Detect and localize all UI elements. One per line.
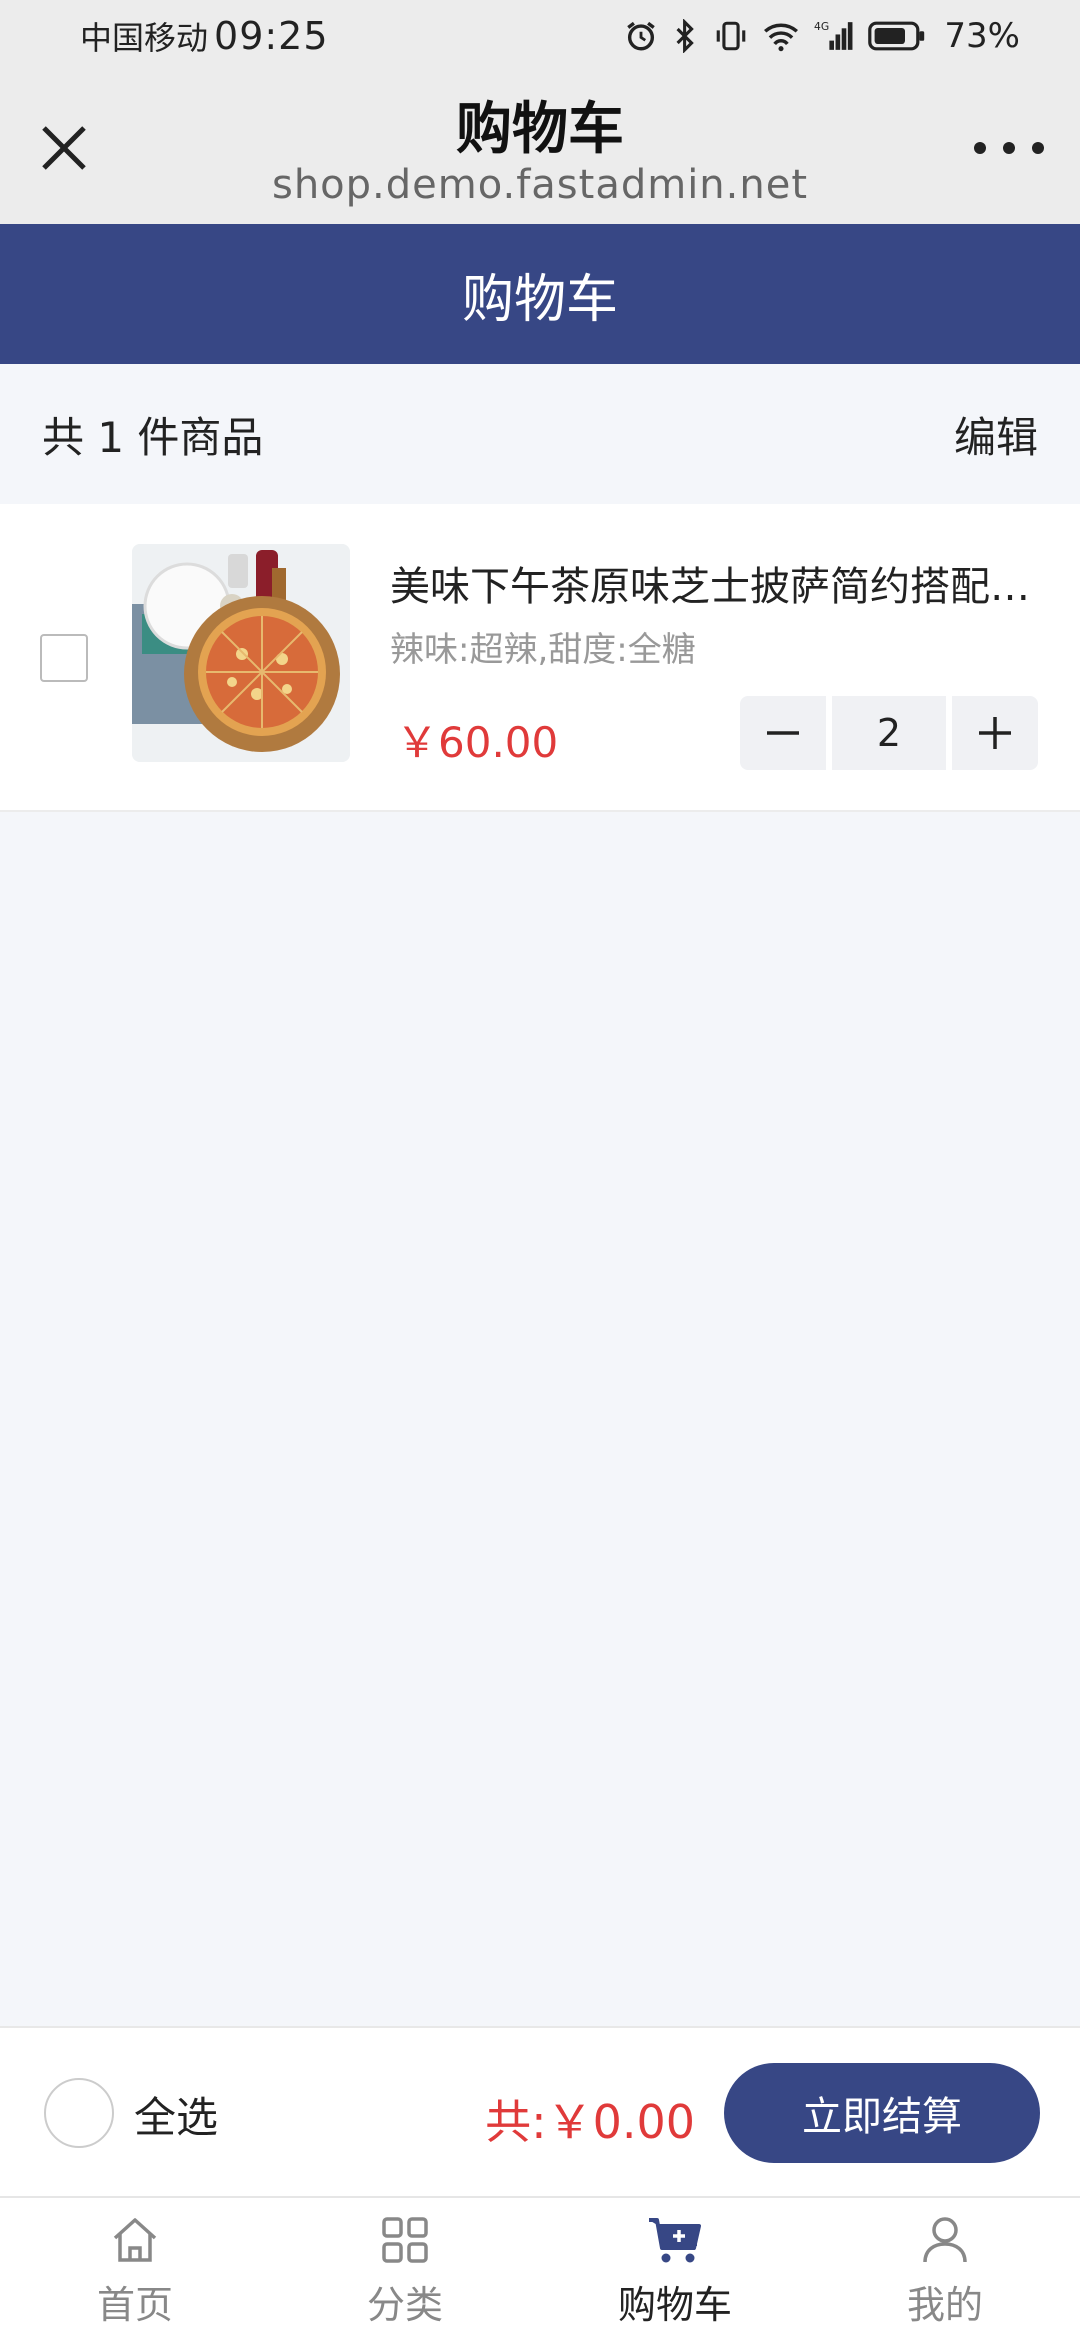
status-right: 4G 73% bbox=[624, 16, 1020, 56]
pizza-image bbox=[132, 544, 350, 762]
grid-icon bbox=[382, 2217, 428, 2263]
bottom-tab-bar: 首页 分类 购物车 我的 bbox=[0, 2196, 1080, 2340]
battery-icon bbox=[868, 20, 926, 52]
carrier-name: 中国移动 bbox=[80, 19, 209, 57]
more-dot-icon bbox=[1032, 142, 1044, 154]
select-all-checkbox[interactable] bbox=[44, 2078, 114, 2148]
page-title: 购物车 bbox=[461, 269, 618, 330]
minus-icon bbox=[767, 731, 799, 735]
more-dot-icon bbox=[974, 142, 986, 154]
more-dot-icon bbox=[1003, 142, 1015, 154]
page-header: 购物车 bbox=[0, 224, 1080, 364]
edit-button[interactable]: 编辑 bbox=[954, 404, 1038, 465]
signal-icon: 4G bbox=[814, 19, 854, 53]
checkout-bar: 全选 共: ￥0.00 立即结算 bbox=[0, 2026, 1080, 2196]
status-bar: 中国移动 09:25 4G 73% bbox=[0, 0, 1080, 72]
vibrate-icon bbox=[714, 19, 748, 53]
select-all-label[interactable]: 全选 bbox=[134, 2084, 218, 2145]
alarm-icon bbox=[624, 19, 658, 53]
quantity-input[interactable]: 2 bbox=[832, 696, 946, 770]
cart-icon bbox=[649, 2218, 701, 2263]
total-value: ￥0.00 bbox=[546, 2095, 695, 2149]
product-thumbnail[interactable] bbox=[132, 544, 350, 762]
tab-label: 分类 bbox=[366, 2283, 443, 2327]
plus-icon bbox=[979, 717, 1011, 749]
clock-time: 09:25 bbox=[214, 14, 329, 58]
webview-title: 购物车 bbox=[456, 97, 624, 162]
cart-item: 美味下午茶原味芝士披萨简约搭配下午茶 辣味:超辣,甜度:全糖 ￥60.00 2 bbox=[0, 504, 1080, 812]
wifi-icon bbox=[762, 20, 800, 52]
user-icon bbox=[923, 2217, 967, 2263]
checkout-button[interactable]: 立即结算 bbox=[724, 2063, 1040, 2163]
item-checkbox[interactable] bbox=[40, 634, 88, 682]
tab-category[interactable]: 分类 bbox=[270, 2198, 540, 2340]
cart-screen: 中国移动 09:25 4G 73% 购物车 shop.demo.fastadmi… bbox=[0, 0, 1080, 2340]
total-prefix: 共: bbox=[485, 2095, 547, 2149]
home-icon bbox=[113, 2218, 157, 2262]
battery-percent: 73% bbox=[944, 16, 1020, 56]
cart-count-row: 共 1 件商品 编辑 bbox=[0, 364, 1080, 504]
total-amount: 共: ￥0.00 bbox=[485, 2086, 695, 2152]
increase-button[interactable] bbox=[952, 696, 1038, 770]
tab-label: 购物车 bbox=[617, 2283, 732, 2327]
webview-url: shop.demo.fastadmin.net bbox=[271, 162, 809, 208]
bluetooth-icon bbox=[672, 19, 700, 53]
decrease-button[interactable] bbox=[740, 696, 826, 770]
item-count-text: 共 1 件商品 bbox=[42, 412, 264, 462]
webview-title-bar: 购物车 shop.demo.fastadmin.net bbox=[0, 72, 1080, 224]
status-left: 中国移动 09:25 bbox=[80, 13, 329, 59]
tab-home[interactable]: 首页 bbox=[0, 2198, 270, 2340]
tab-label: 首页 bbox=[96, 2283, 173, 2327]
tab-profile[interactable]: 我的 bbox=[810, 2198, 1080, 2340]
tab-cart[interactable]: 购物车 bbox=[540, 2198, 810, 2340]
more-options-button[interactable] bbox=[974, 128, 1044, 168]
product-spec: 辣味:超辣,甜度:全糖 bbox=[390, 630, 696, 670]
svg-text:4G: 4G bbox=[814, 20, 829, 33]
quantity-stepper: 2 bbox=[740, 696, 1040, 770]
product-price: ￥60.00 bbox=[396, 718, 559, 767]
product-title[interactable]: 美味下午茶原味芝士披萨简约搭配下午茶 bbox=[390, 554, 1040, 612]
tab-label: 我的 bbox=[906, 2283, 983, 2327]
